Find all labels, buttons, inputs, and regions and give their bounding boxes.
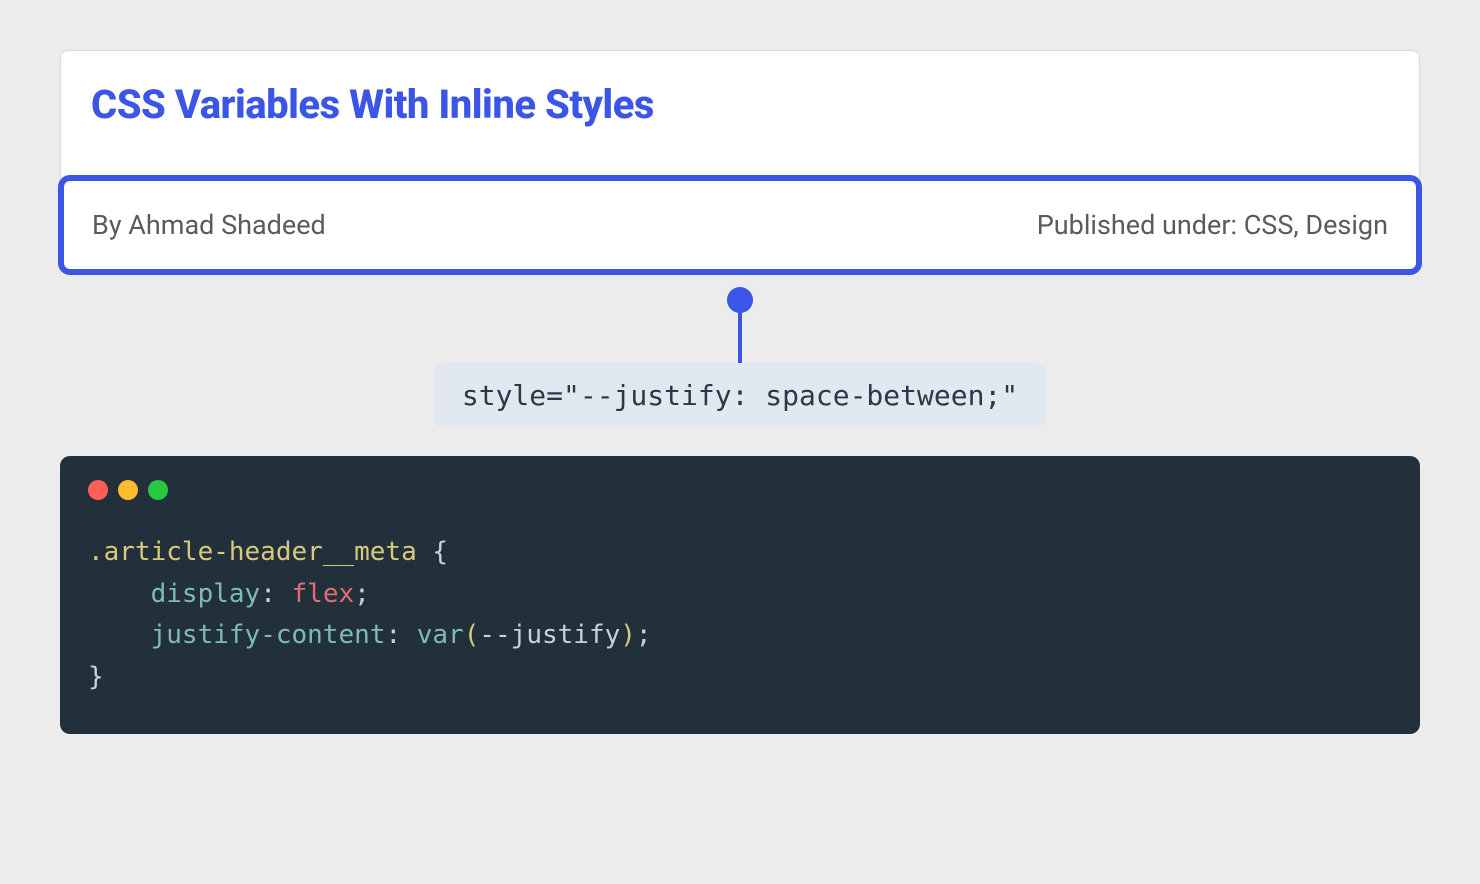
inline-style-annotation: style="--justify: space-between;" (434, 363, 1046, 428)
code-rparen: ) (620, 620, 636, 650)
maximize-icon (148, 480, 168, 500)
code-prop-display: display (151, 579, 261, 609)
code-selector: .article-header__meta (88, 537, 417, 567)
code-value-flex: flex (292, 579, 355, 609)
article-header-card: CSS Variables With Inline Styles By Ahma… (60, 50, 1420, 273)
connector-line (738, 303, 742, 363)
author-label: By Ahmad Shadeed (92, 209, 326, 241)
code-close-brace: } (88, 662, 104, 692)
code-colon2: : (385, 620, 401, 650)
code-block: .article-header__meta { display: flex; j… (60, 456, 1420, 734)
code-semi: ; (354, 579, 370, 609)
article-meta-row: By Ahmad Shadeed Published under: CSS, D… (58, 175, 1422, 275)
code-colon: : (260, 579, 276, 609)
minimize-icon (118, 480, 138, 500)
published-label: Published under: CSS, Design (1037, 209, 1388, 241)
annotation-connector: style="--justify: space-between;" (60, 273, 1420, 428)
code-content: .article-header__meta { display: flex; j… (88, 532, 1392, 698)
code-varname: --justify (479, 620, 620, 650)
code-func-var: var (417, 620, 464, 650)
window-controls (88, 480, 1392, 500)
article-title: CSS Variables With Inline Styles (61, 81, 1419, 178)
code-semi2: ; (636, 620, 652, 650)
code-lparen: ( (464, 620, 480, 650)
code-open-brace: { (417, 537, 448, 567)
close-icon (88, 480, 108, 500)
code-prop-justify: justify-content (151, 620, 386, 650)
